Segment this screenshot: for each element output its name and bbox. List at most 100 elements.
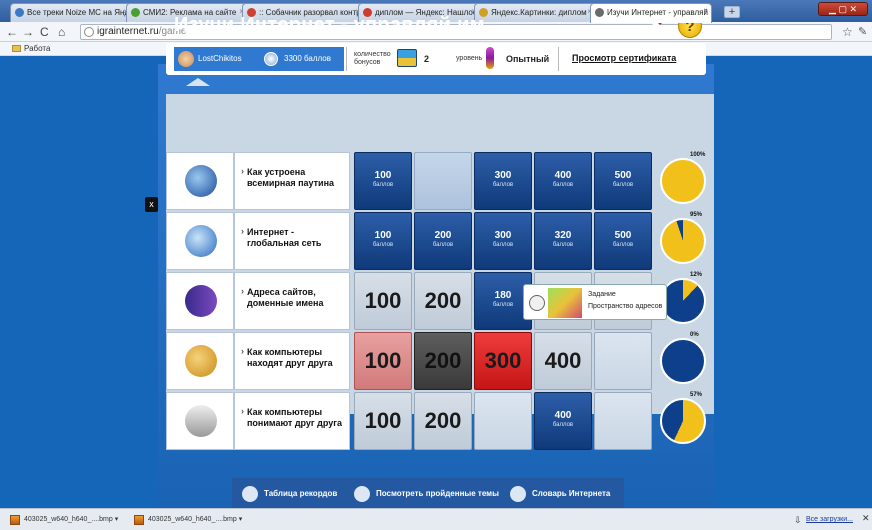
topic-icon [166,152,234,210]
task-tooltip: Задание Пространство адресов [523,284,667,320]
topic-illustration-icon [185,345,217,377]
question-tile[interactable] [474,392,532,450]
question-tile[interactable]: 200 [414,332,472,390]
window-controls[interactable]: ▁ ▢ ✕ [818,2,868,16]
question-tile[interactable]: 400 баллов [534,392,592,450]
book-icon [510,486,526,502]
browser-tab[interactable]: Все треки Noize MC на Яндекс× [10,3,132,22]
topic-label[interactable]: Как устроена всемирная паутина [234,152,350,210]
download-item[interactable]: 403025_w640_h640_....bmp ▾ [8,513,118,527]
tile-unit: баллов [432,242,454,248]
tile-points: 100 [374,170,392,181]
scroll-up-arrow-icon[interactable] [186,78,210,86]
bookmark-folder-work[interactable]: Работа [12,44,50,53]
topic-progress-pie [660,218,706,264]
tab-label: Все треки Noize MC на Яндекс [27,8,132,17]
bonus-label: количество бонусов [354,51,391,66]
topic-progress-pie [660,158,706,204]
home-icon[interactable]: ⌂ [58,24,65,40]
question-tile[interactable]: 100 [354,272,412,330]
question-tile[interactable] [414,152,472,210]
topic-row: Интернет - глобальная сеть100баллов200ба… [166,212,714,270]
topic-progress-percent: 0% [690,332,699,338]
download-filename: 403025_w640_h640_....bmp [24,516,113,523]
topic-progress-pie [660,338,706,384]
bottom-menu-item[interactable]: Посмотреть пройденные темы [350,484,499,504]
tile-points: 200 [424,348,462,373]
tile-unit: баллов [492,242,514,248]
reload-icon[interactable]: C [40,24,49,40]
tile-points: 300 [494,170,512,181]
user-score: 3300 баллов [284,54,331,63]
task-image [548,288,582,318]
forward-icon[interactable]: → [22,24,34,40]
tab-close-icon[interactable]: × [703,7,708,16]
new-tab-button[interactable]: + [724,6,740,18]
topic-progress-percent: 95% [690,212,703,218]
topic-illustration-icon [185,225,217,257]
question-tile[interactable]: 100 баллов [354,212,412,270]
question-tile[interactable] [594,332,652,390]
close-downloads-icon[interactable]: ✕ [862,513,870,524]
bottom-menu-item[interactable]: Таблица рекордов [238,484,337,504]
score-icon [264,52,278,66]
gift-icon [397,49,417,67]
topic-icon [166,392,234,450]
tile-points: 400 [544,348,582,373]
tile-points: 300 [484,348,522,373]
tile-points: 320 [554,230,572,241]
bottom-menu-item[interactable]: Словарь Интернета [506,484,610,504]
close-side-button[interactable]: x [145,197,158,212]
back-icon[interactable]: ← [6,24,18,40]
question-tile[interactable] [594,392,652,450]
topic-progress-pie [660,398,706,444]
tile-points: 400 [554,170,572,181]
question-tile[interactable]: 500 баллов [594,152,652,210]
file-icon [134,515,144,525]
level-label: уровень [456,55,483,62]
browser-tab[interactable]: Яндекс.Картинки: диплом× [474,3,596,22]
question-tile[interactable]: 200 [414,272,472,330]
question-tile[interactable]: 320 баллов [534,212,592,270]
user-info-bar: LostChikitos 3300 баллов количество бону… [166,43,706,75]
tile-points: 200 [424,288,462,313]
question-tile[interactable]: 400 [534,332,592,390]
tile-unit: баллов [372,242,394,248]
topic-label[interactable]: Как компьютеры находят друг друга [234,332,350,390]
view-certificate-link[interactable]: Просмотр сертификата [572,53,676,63]
tile-points: 500 [614,230,632,241]
eye-icon [354,486,370,502]
tile-unit: баллов [552,422,574,428]
topic-label[interactable]: Интернет - глобальная сеть [234,212,350,270]
topic-illustration-icon [185,285,217,317]
question-tile[interactable]: 300 баллов [474,152,532,210]
tab-label: Яндекс.Картинки: диплом [491,8,587,17]
question-tile[interactable]: 200 баллов [414,212,472,270]
browser-tab[interactable]: Изучи Интернет - управляй × [590,3,712,23]
download-item[interactable]: 403025_w640_h640_....bmp ▾ [132,513,242,527]
question-tile[interactable]: 400 баллов [534,152,592,210]
topic-label[interactable]: Как компьютеры понимают друг друга [234,392,350,450]
question-tile[interactable]: 300 баллов [474,212,532,270]
question-tile[interactable]: 100 [354,332,412,390]
topic-icon [166,272,234,330]
tile-points: 100 [364,288,402,313]
all-downloads-link[interactable]: Все загрузки... [794,513,853,527]
bottom-menu: Таблица рекордов Посмотреть пройденные те… [232,478,624,508]
question-tile[interactable]: 100 [354,392,412,450]
tile-points: 400 [554,410,572,421]
topic-label[interactable]: Адреса сайтов, доменные имена [234,272,350,330]
bottom-menu-label: Посмотреть пройденные темы [376,489,499,498]
game-title: Изучи Интернет - управляй им [174,14,485,36]
bookmark-star-icon[interactable]: ☆ [842,25,853,39]
tile-points: 200 [434,230,452,241]
topic-row: Как компьютеры находят друг друга 100 200 3… [166,332,714,390]
tab-favicon-icon [15,8,24,17]
question-tile[interactable]: 300 [474,332,532,390]
question-tile[interactable]: 200 [414,392,472,450]
question-tile[interactable]: 100 баллов [354,152,412,210]
tile-points: 100 [364,348,402,373]
question-tile[interactable]: 500 баллов [594,212,652,270]
wrench-icon[interactable]: ✎ [858,25,867,38]
topic-illustration-icon [185,405,217,437]
